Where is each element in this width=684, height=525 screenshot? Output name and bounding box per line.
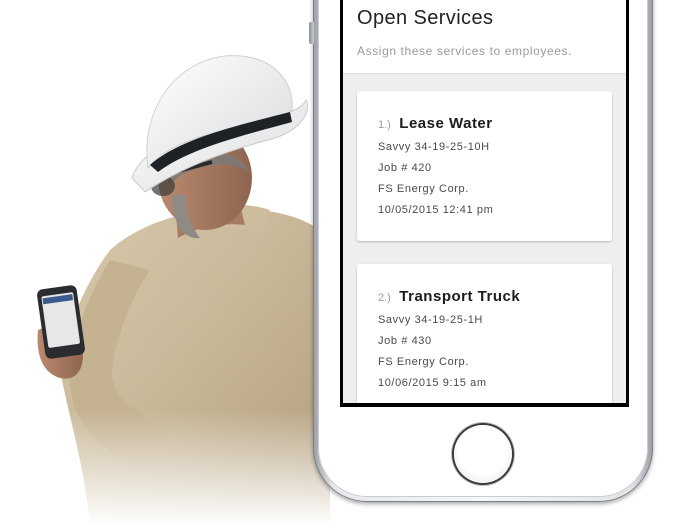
app-view: Open Services Assign these services to e…: [343, 0, 626, 403]
service-title-row: 2.) Transport Truck: [378, 288, 520, 306]
service-company: FS Energy Corp.: [378, 183, 469, 195]
page-title: Open Services: [357, 7, 494, 29]
service-card[interactable]: 2.) Transport Truck Savvy 34-19-25-1H Jo…: [357, 264, 612, 403]
service-job: Job # 420: [378, 162, 432, 174]
phone-screen: Open Services Assign these services to e…: [340, 0, 629, 407]
phone-side-button: [309, 22, 314, 44]
service-title-row: 1.) Lease Water: [378, 115, 493, 133]
app-header: Open Services Assign these services to e…: [343, 0, 626, 74]
service-name: Lease Water: [399, 115, 493, 132]
service-location: Savvy 34-19-25-10H: [378, 141, 490, 153]
service-card[interactable]: 1.) Lease Water Savvy 34-19-25-10H Job #…: [357, 91, 612, 241]
service-job: Job # 430: [378, 335, 432, 347]
worker-photo: [0, 55, 340, 525]
service-company: FS Energy Corp.: [378, 356, 469, 368]
service-datetime: 10/06/2015 9:15 am: [378, 377, 487, 389]
service-number: 2.): [378, 292, 391, 304]
home-button[interactable]: [454, 425, 512, 483]
service-location: Savvy 34-19-25-1H: [378, 314, 483, 326]
service-name: Transport Truck: [399, 288, 521, 305]
page-subtitle: Assign these services to employees.: [357, 44, 573, 58]
service-number: 1.): [378, 119, 391, 131]
service-datetime: 10/05/2015 12:41 pm: [378, 204, 494, 216]
